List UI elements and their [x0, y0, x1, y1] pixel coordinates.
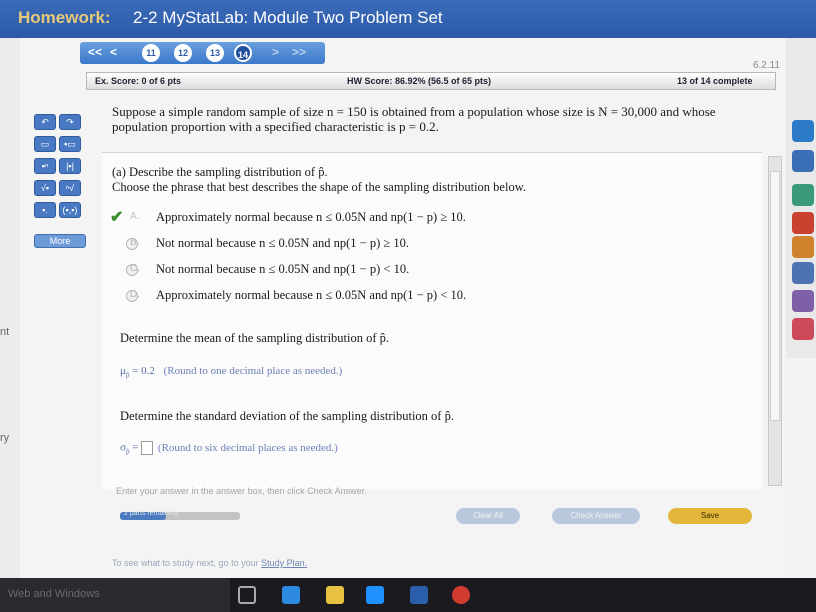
option-d[interactable]: D. Approximately normal because n ≤ 0.05… [108, 287, 668, 305]
sd-prompt: Determine the standard deviation of the … [120, 409, 454, 423]
option-a-text: Approximately normal because n ≤ 0.05N a… [156, 210, 466, 224]
mean-subscript: p̂ [125, 371, 130, 380]
main-panel: << < 11 12 13 14 > >> 6.2.11 Ex. Score: … [20, 38, 786, 578]
sd-equals: = [132, 441, 139, 454]
mean-prompt: Determine the mean of the sampling distr… [120, 331, 390, 345]
previous-question-button[interactable]: < [110, 45, 117, 59]
sd-answer-input[interactable] [141, 441, 154, 455]
version-label: 6.2.11 [752, 60, 780, 71]
example-icon[interactable] [792, 184, 814, 206]
study-plan-text: To see what to study next, go to your [112, 558, 259, 568]
sd-rounding-note: (Round to six decimal places as needed.) [157, 441, 338, 454]
last-question-button[interactable]: >> [292, 45, 306, 59]
option-a-letter: A. [130, 211, 140, 222]
textbook-icon[interactable] [792, 150, 814, 172]
redo-icon[interactable]: ↷ [59, 114, 81, 130]
sd-subscript: p̂ [125, 447, 130, 456]
animation-icon[interactable] [792, 236, 814, 258]
tools-icon[interactable] [792, 262, 814, 284]
parts-remaining-label: 2 parts remaining [124, 510, 179, 517]
homework-score: HW Score: 86.92% (56.5 of 65 pts) [347, 76, 492, 86]
left-edge-text-2: ry [0, 432, 10, 444]
right-toolbar [786, 38, 816, 358]
page-title: 2-2 MyStatLab: Module Two Problem Set [133, 8, 443, 27]
study-plan-link[interactable]: Study Plan. [261, 558, 307, 568]
fraction-icon[interactable]: ▭ [34, 136, 56, 152]
ask-instructor-icon[interactable] [792, 318, 814, 340]
left-edge-text-1: nt [0, 326, 10, 338]
save-button[interactable]: Save [668, 508, 752, 524]
answer-area: (a) Describe the sampling distribution o… [102, 152, 762, 490]
option-d-text: Approximately normal because n ≤ 0.05N a… [156, 288, 467, 302]
option-a[interactable]: ✔ A. Approximately normal because n ≤ 0.… [108, 209, 668, 227]
option-c-letter: C. [130, 263, 140, 274]
title-prefix: Homework: [18, 8, 111, 27]
check-answer-button[interactable]: Check Answer [552, 508, 640, 524]
score-bar: Ex. Score: 0 of 6 pts HW Score: 86.92% (… [86, 72, 776, 90]
taskbar-search[interactable]: Web and Windows [0, 578, 230, 612]
decimal-icon[interactable]: ▪. [34, 202, 56, 218]
scrollbar-thumb[interactable] [770, 171, 780, 421]
option-c[interactable]: C. Not normal because n ≤ 0.05N and np(1… [108, 261, 668, 279]
mean-rounding-note: (Round to one decimal place as needed.) [163, 365, 343, 377]
absolute-value-icon[interactable]: |▪| [59, 158, 81, 174]
next-question-button[interactable]: > [272, 45, 279, 59]
title-bar: Homework: 2-2 MyStatLab: Module Two Prob… [0, 0, 816, 38]
store-icon[interactable] [366, 586, 384, 604]
clear-all-button[interactable]: Clear All [456, 508, 520, 524]
question-11-button[interactable]: 11 [142, 44, 160, 62]
math-palette: ↶ ↷ ▭ ▪▭ ▪ⁿ |▪| √▪ ⁿ√ ▪. (▪,▪) More [30, 110, 92, 250]
first-question-button[interactable]: << [88, 45, 102, 59]
interval-icon[interactable]: (▪,▪) [59, 202, 81, 218]
more-button[interactable]: More [34, 234, 86, 248]
taskbar: Web and Windows [0, 578, 816, 612]
mixed-number-icon[interactable]: ▪▭ [59, 136, 81, 152]
checkmark-icon: ✔ [110, 209, 124, 226]
task-view-icon[interactable] [238, 586, 256, 604]
mean-value: = 0.2 [132, 365, 155, 377]
left-edge: nt ry [0, 38, 20, 578]
option-b-letter: B. [130, 237, 140, 248]
vertical-scrollbar[interactable] [768, 156, 782, 486]
edge-icon[interactable] [282, 586, 300, 604]
print-icon[interactable] [792, 290, 814, 312]
option-b-text: Not normal because n ≤ 0.05N and np(1 − … [156, 236, 410, 250]
question-13-button[interactable]: 13 [206, 44, 224, 62]
video-icon[interactable] [792, 212, 814, 234]
file-explorer-icon[interactable] [326, 586, 344, 604]
option-c-text: Not normal because n ≤ 0.05N and np(1 − … [156, 262, 410, 276]
study-plan-message: To see what to study next, go to your St… [112, 558, 307, 568]
option-d-letter: D. [130, 289, 140, 300]
question-navigator: << < 11 12 13 14 > >> [80, 42, 325, 64]
nth-root-icon[interactable]: ⁿ√ [59, 180, 81, 196]
question-12-button[interactable]: 12 [174, 44, 192, 62]
completion-count: 13 of 14 complete [677, 76, 753, 86]
part-a-instruction: Choose the phrase that best describes th… [112, 180, 527, 194]
mean-answer: μp̂ = 0.2 (Round to one decimal place as… [120, 365, 342, 379]
question-text: Suppose a simple random sample of size n… [112, 104, 716, 134]
part-a-prompt: (a) Describe the sampling distribution o… [112, 165, 328, 179]
chrome-icon[interactable] [452, 586, 470, 604]
word-icon[interactable] [410, 586, 428, 604]
option-b[interactable]: B. Not normal because n ≤ 0.05N and np(1… [108, 235, 668, 253]
help-icon[interactable] [792, 120, 814, 142]
exponent-icon[interactable]: ▪ⁿ [34, 158, 56, 174]
question-14-button[interactable]: 14 [234, 44, 252, 62]
exercise-score: Ex. Score: 0 of 6 pts [95, 76, 182, 86]
undo-icon[interactable]: ↶ [34, 114, 56, 130]
square-root-icon[interactable]: √▪ [34, 180, 56, 196]
instruction-hint: Enter your answer in the answer box, the… [116, 486, 367, 496]
sd-answer: σp̂ = (Round to six decimal places as ne… [120, 441, 338, 456]
